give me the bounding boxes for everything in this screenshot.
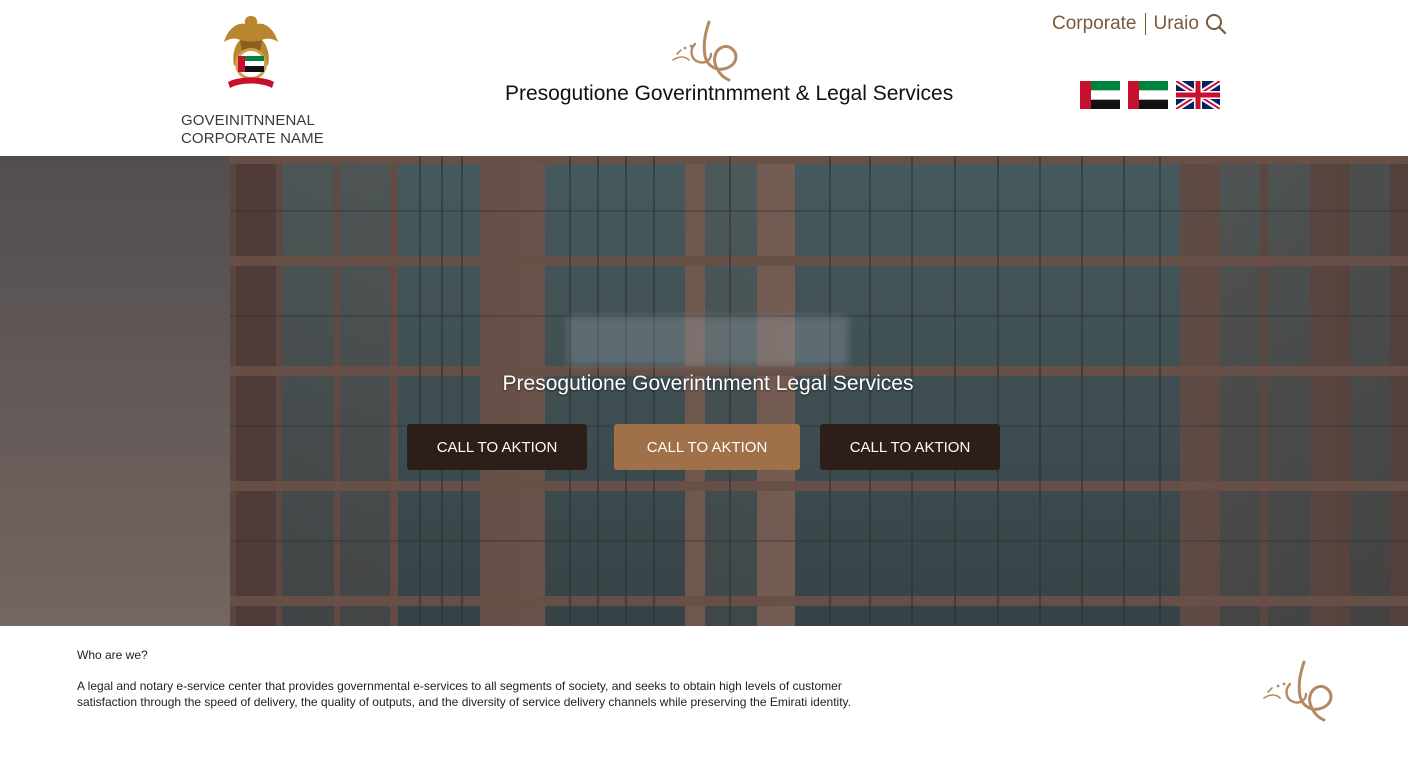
- corporate-link[interactable]: Corporate: [1052, 13, 1137, 35]
- calligraphy-logo-icon: [1258, 658, 1338, 724]
- top-links: Corporate Uraio: [1052, 12, 1227, 36]
- corporate-name: GOVEINITNNENAL CORPORATE NAME: [181, 112, 324, 148]
- hero-banner: Presogutione Goverintnment Legal Service…: [0, 156, 1408, 626]
- corporate-name-line2: CORPORATE NAME: [181, 130, 324, 147]
- link-divider: [1144, 13, 1146, 35]
- corporate-name-line1: GOVEINITNNENAL: [181, 112, 315, 129]
- about-text: A legal and notary e-service center that…: [77, 679, 851, 709]
- cta-button-1[interactable]: CALL TO AKTION: [407, 424, 587, 470]
- uae-flag-icon[interactable]: [1080, 81, 1120, 109]
- about-heading: Who are we?: [77, 648, 148, 662]
- language-flags: [1080, 81, 1220, 109]
- cta-button-2[interactable]: CALL TO AKTION: [614, 424, 800, 470]
- uk-flag-icon[interactable]: [1176, 81, 1220, 109]
- uae-flag-icon[interactable]: [1128, 81, 1168, 109]
- search-icon[interactable]: [1205, 13, 1227, 35]
- uraio-link[interactable]: Uraio: [1154, 13, 1199, 35]
- site-header: GOVEINITNNENAL CORPORATE NAME Presogutio…: [0, 0, 1408, 156]
- blurred-overlay: [568, 316, 848, 366]
- calligraphy-logo-icon[interactable]: [665, 16, 745, 86]
- site-title: Presogutione Goverintnmment & Legal Serv…: [505, 82, 954, 105]
- uae-emblem-icon[interactable]: [218, 12, 284, 90]
- cta-button-3[interactable]: CALL TO AKTION: [820, 424, 1000, 470]
- hero-title: Presogutione Goverintnment Legal Service…: [502, 372, 914, 395]
